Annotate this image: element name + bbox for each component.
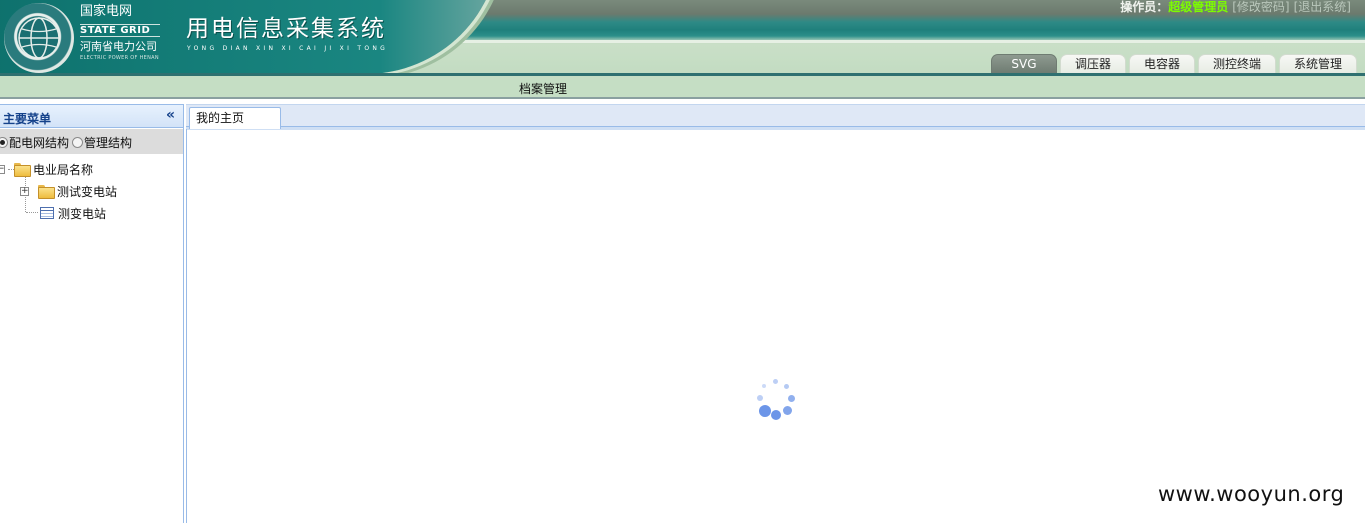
logo-province: 河南省电力公司 xyxy=(80,40,157,53)
table-icon xyxy=(40,207,54,219)
module-tabs: SVG 调压器 电容器 测控终端 系统管理 xyxy=(988,54,1357,73)
tab-my-homepage[interactable]: 我的主页 xyxy=(189,107,281,129)
tab-capacitor[interactable]: 电容器 xyxy=(1128,54,1195,73)
tree-connector xyxy=(26,212,38,213)
folder-open-icon xyxy=(14,163,31,177)
watermark: www.wooyun.org xyxy=(1158,482,1345,506)
logo-province-en: ELECTRIC POWER OF HENAN xyxy=(80,55,159,61)
main-content: 我的主页 xyxy=(186,104,1365,523)
operator-name: 超级管理员 xyxy=(1168,0,1229,14)
sidebar-title: 主要菜单 xyxy=(3,112,52,126)
tab-voltage-regulator[interactable]: 调压器 xyxy=(1059,54,1126,73)
user-bar: 操作员：超级管理员 [修改密码] [退出系统] xyxy=(1120,0,1351,15)
radio-distribution-structure[interactable]: 配电网结构 xyxy=(0,134,69,151)
double-chevron-left-icon[interactable]: « xyxy=(166,107,175,123)
radio-label: 配电网结构 xyxy=(9,136,70,150)
radio-unchecked-icon[interactable] xyxy=(72,137,83,148)
tree-node-label: 测变电站 xyxy=(58,206,107,221)
content-frame xyxy=(186,129,1365,523)
logo-en-name: STATE GRID xyxy=(80,24,160,37)
logo-cn-name: 国家电网 xyxy=(80,4,133,19)
loading-spinner-icon xyxy=(757,379,803,425)
expand-plus-icon[interactable]: + xyxy=(20,186,29,196)
tree-node-test-substation[interactable]: + 测试变电站 xyxy=(20,182,117,200)
radio-checked-icon[interactable] xyxy=(0,137,8,148)
operator-label: 操作员： xyxy=(1120,0,1169,14)
change-password-link[interactable]: [修改密码] xyxy=(1232,0,1289,14)
document-tabstrip: 我的主页 xyxy=(186,104,1365,130)
app-header: 国家电网 STATE GRID 河南省电力公司 ELECTRIC POWER O… xyxy=(0,0,1365,73)
radio-label: 管理结构 xyxy=(84,136,133,150)
system-pinyin: YONG DIAN XIN XI CAI JI XI TONG xyxy=(187,45,389,52)
tab-system-management[interactable]: 系统管理 xyxy=(1278,54,1357,73)
tab-svg[interactable]: SVG xyxy=(990,54,1057,73)
tab-control-terminal[interactable]: 测控终端 xyxy=(1197,54,1276,73)
tree-node-root[interactable]: − 电业局名称 xyxy=(0,160,93,178)
archive-management-link[interactable]: 档案管理 xyxy=(519,80,567,97)
sub-navigation-bar: 档案管理 xyxy=(0,73,1365,99)
collapse-minus-icon[interactable]: − xyxy=(0,164,5,174)
sidebar: 主要菜单 « 配电网结构 管理结构 − 电业局名称 + 测试变电站 测变电站 xyxy=(0,104,184,523)
state-grid-logo: 国家电网 STATE GRID 河南省电力公司 ELECTRIC POWER O… xyxy=(0,0,160,73)
state-grid-emblem-icon xyxy=(4,3,74,73)
system-title: 用电信息采集系统 xyxy=(186,16,386,42)
logout-link[interactable]: [退出系统] xyxy=(1294,0,1351,14)
structure-radio-group: 配电网结构 管理结构 xyxy=(0,129,183,154)
tree-node-label: 电业局名称 xyxy=(33,162,94,177)
folder-icon xyxy=(38,185,55,199)
tree-node-substation[interactable]: 测变电站 xyxy=(40,204,106,222)
sidebar-header: 主要菜单 « xyxy=(0,104,183,128)
tree-node-label: 测试变电站 xyxy=(57,184,118,199)
radio-management-structure[interactable]: 管理结构 xyxy=(72,134,132,151)
